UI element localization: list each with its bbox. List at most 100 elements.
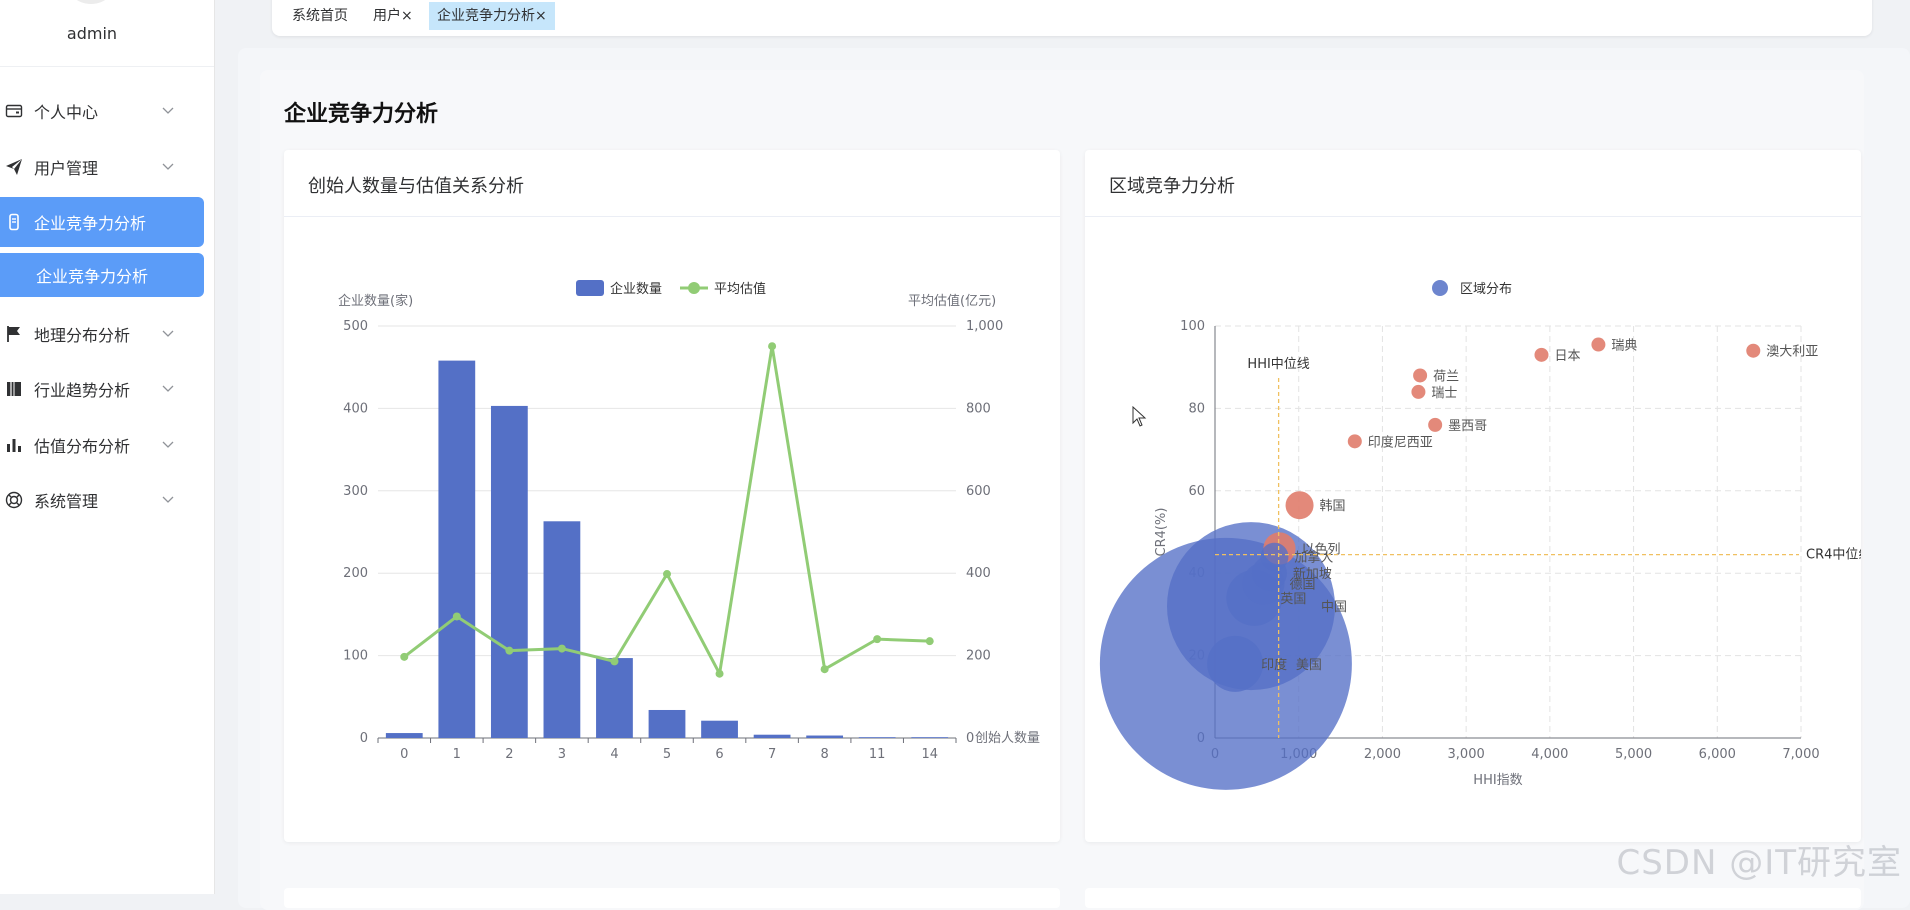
sidebar-item-valuation-distribution[interactable]: 估值分布分析 [0,421,204,469]
sidebar-item-label: 企业竞争力分析 [34,214,147,233]
chevron-down-icon [162,438,176,452]
tag-users[interactable]: 用户× [365,2,421,30]
sidebar-item-label: 地理分布分析 [34,326,131,345]
sidebar-item-competitiveness[interactable]: 企业竞争力分析 [0,197,204,247]
scatter-point [1207,635,1264,692]
x-tick-label: 3 [558,747,566,762]
line-point [873,635,882,644]
x-tick-label: 3,000 [1448,747,1485,762]
sidebar-item-label: 个人中心 [34,103,99,122]
y-tick-label: 400 [343,401,368,416]
x-tick-label: 5 [663,747,671,762]
x-tick-label: 4,000 [1531,747,1568,762]
legend-label: 平均估值 [714,281,766,297]
cr4-median-label: CR4中位线 [1806,548,1861,563]
x-tick-label: 2,000 [1364,747,1401,762]
sidebar-item-label: 系统管理 [34,492,99,511]
sidebar-item-geo-distribution[interactable]: 地理分布分析 [0,310,204,358]
sidebar-subitem-competitiveness[interactable]: 企业竞争力分析 [0,253,204,297]
x-tick-label: 6 [715,747,723,762]
x-tick-label: 8 [820,747,828,762]
y-tick-label: 60 [1188,484,1205,499]
point-label: 日本 [1554,349,1580,364]
sidebar-subitem-label: 企业竞争力分析 [36,267,149,286]
y-tick-label: 0 [360,731,368,746]
line-point [452,612,461,621]
scatter-point [1746,343,1761,358]
avatar-text: 中板 [64,0,118,1]
legend-label: 区域分布 [1460,282,1512,297]
scatter-point [1260,542,1289,571]
region-competitiveness-chart: 02040608010001,0002,0003,0004,0005,0006,… [1099,280,1861,790]
y2-tick-label: 600 [966,484,991,499]
scatter-point [1347,434,1362,449]
legend-swatch-bar [576,280,604,296]
line-point [820,665,829,674]
sidebar-divider [0,66,214,67]
x-tick-label: 11 [869,747,886,762]
chevron-down-icon [162,493,176,507]
scatter-point [1285,491,1314,520]
username: admin [66,24,118,43]
hhi-median-label: HHI中位线 [1247,357,1309,372]
point-label: 印度 [1261,657,1287,673]
point-label: 澳大利亚 [1766,344,1818,360]
chevron-down-icon [162,327,176,341]
bar [753,734,791,738]
y2-tick-label: 400 [966,566,991,581]
lifebuoy-icon [4,490,24,510]
sidebar-item-label: 估值分布分析 [34,437,131,456]
point-label: 印度尼西亚 [1368,434,1433,450]
bar [911,737,949,738]
sidebar-item-personal-center[interactable]: 个人中心 [0,87,204,135]
y2-axis-label: 平均估值(亿元) [908,293,996,309]
mouse-cursor-icon [1132,405,1148,432]
x-tick-label: 14 [921,747,938,762]
point-label: 韩国 [1320,499,1346,514]
line-point [768,342,777,351]
point-label: 德国 [1290,578,1316,593]
x-axis-label: 创始人数量 [975,731,1040,746]
sidebar-item-label: 行业趋势分析 [34,381,131,400]
x-tick-label: 4 [610,747,618,762]
tag-competitiveness[interactable]: 企业竞争力分析× [429,2,555,30]
y2-tick-label: 0 [966,731,974,746]
sidebar-item-label: 用户管理 [34,159,99,178]
point-label: 美国 [1296,658,1322,673]
bar [806,735,844,738]
bar [543,521,581,738]
line-point [715,669,724,678]
point-label: 瑞典 [1611,339,1637,354]
watermark: CSDN @IT研究室 [1616,843,1902,883]
valuation-line [403,344,930,676]
point-label: 中国 [1321,600,1347,615]
sidebar-item-user-management[interactable]: 用户管理 [0,143,204,191]
sidebar-item-industry-trend[interactable]: 行业趋势分析 [0,365,204,413]
tag-home[interactable]: 系统首页 [284,2,356,30]
line-point [557,644,566,653]
line-point [400,652,409,661]
point-label: 瑞士 [1431,386,1457,401]
avatar[interactable]: 中板 [64,0,118,4]
bar [385,733,423,738]
y2-tick-label: 800 [966,401,991,416]
y-axis-label: 企业数量(家) [338,293,413,309]
x-tick-label: 2 [505,747,513,762]
sidebar-item-system-management[interactable]: 系统管理 [0,476,204,524]
y-axis-label: CR4(%) [1154,508,1169,557]
legend-label: 企业数量 [610,281,662,297]
notebook-icon [4,379,24,399]
x-tick-label: 5,000 [1615,747,1652,762]
x-tick-label: 1 [453,747,461,762]
y-tick-label: 500 [343,319,368,334]
point-label: 英国 [1280,592,1306,607]
legend-swatch-dot [1432,280,1448,296]
legend-swatch-dot [688,282,700,294]
point-label: 墨西哥 [1448,419,1487,434]
bar [858,737,896,738]
wallet-icon [4,101,24,121]
y-tick-label: 100 [1180,319,1205,334]
page-title: 企业竞争力分析 [284,102,439,127]
scatter-point [1411,384,1426,399]
flask-icon [4,212,24,232]
